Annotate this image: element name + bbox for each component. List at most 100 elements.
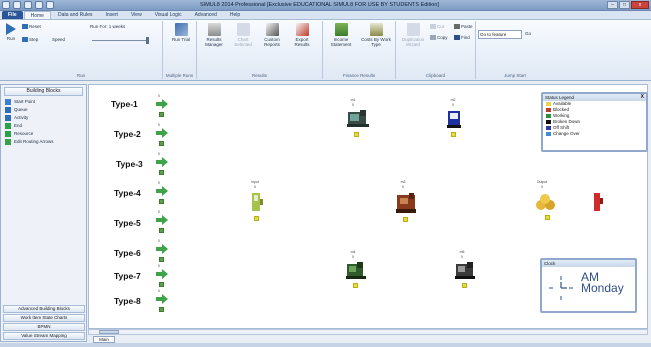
save-icon[interactable]: [13, 1, 21, 9]
scrollbar-thumb[interactable]: [99, 330, 119, 334]
paste-button[interactable]: Paste: [454, 24, 473, 30]
costs-by-work-type-button[interactable]: Costs By Work Type: [359, 23, 393, 47]
close-button[interactable]: x: [631, 1, 649, 9]
machine-m5-icon[interactable]: [454, 261, 476, 281]
start-point-icon: [5, 99, 11, 105]
sidebar-item-queue[interactable]: Queue: [1, 106, 86, 114]
tab-home[interactable]: Home: [23, 11, 51, 19]
sidebar-item-end[interactable]: End: [1, 122, 86, 130]
end-point-icon[interactable]: [592, 191, 604, 213]
sidebar-item-label: Start Point: [14, 99, 36, 104]
machine-m3-icon[interactable]: [394, 191, 418, 215]
run-for-label[interactable]: Run For: 1 weeks: [90, 24, 125, 29]
chart-selected-label: Chart Selected: [234, 37, 252, 47]
advanced-building-blocks-button[interactable]: Advanced Building Blocks: [3, 305, 85, 313]
sheet-tab-main[interactable]: Main: [93, 336, 115, 343]
sidebar-item-start-point[interactable]: Start Point: [1, 98, 86, 106]
status-legend-window[interactable]: Status Legend X Available Blocked Working…: [541, 92, 648, 152]
tab-file[interactable]: File: [2, 11, 23, 19]
tab-view[interactable]: View: [125, 11, 148, 19]
duplication-wizard-button[interactable]: Duplication Wizard: [399, 23, 427, 47]
sidebar-item-edit-routing-arrows[interactable]: Edit Routing Arrows: [1, 138, 86, 146]
start-point-type-5[interactable]: [156, 215, 168, 225]
start-point-type-8[interactable]: [156, 294, 168, 304]
run-trial-button[interactable]: Run Trial: [170, 23, 192, 42]
machine-queue-m3: [403, 217, 408, 222]
machine-m1-icon[interactable]: [346, 109, 370, 129]
results-manager-button[interactable]: Results Manager: [200, 23, 228, 47]
start-point-type-6[interactable]: [156, 244, 168, 254]
bpmn-button[interactable]: BPMN: [3, 323, 85, 331]
export-results-label: Export Results: [294, 37, 310, 47]
results-manager-label: Results Manager: [205, 37, 223, 47]
start-point-queue: [159, 282, 164, 287]
cut-button[interactable]: Cut: [430, 24, 444, 30]
machine-count-m5: 0: [461, 255, 463, 259]
reset-icon[interactable]: [46, 1, 54, 9]
reset-button[interactable]: Reset: [22, 24, 41, 30]
row-label-type-6: Type-6: [114, 248, 141, 258]
machine-m4-icon[interactable]: [345, 261, 367, 281]
find-button[interactable]: Find: [454, 35, 470, 41]
close-icon[interactable]: X: [641, 94, 644, 101]
reset-label: Reset: [29, 24, 41, 29]
start-point-type-2[interactable]: [156, 128, 168, 138]
maximize-button[interactable]: □: [619, 1, 630, 9]
machine-output-icon[interactable]: [535, 193, 557, 213]
work-item-state-charts-button[interactable]: Work Item State Charts: [3, 314, 85, 322]
tab-help[interactable]: Help: [224, 11, 246, 19]
machine-m2-icon[interactable]: [445, 109, 463, 129]
chart-selected-button[interactable]: Chart Selected: [230, 23, 256, 47]
step-button[interactable]: Step: [22, 37, 38, 43]
value-stream-mapping-button[interactable]: Value Stream Mapping: [3, 332, 85, 340]
tab-advanced[interactable]: Advanced: [189, 11, 223, 19]
speed-slider-knob[interactable]: [146, 37, 149, 44]
machine-label-m4: m4: [350, 250, 356, 254]
minimize-button[interactable]: –: [607, 1, 618, 9]
machine-queue-m2: [451, 132, 456, 137]
ribbon-tabs: File Home Data and Rules Insert View Vis…: [0, 11, 651, 20]
sidebar-item-activity[interactable]: Activity: [1, 114, 86, 122]
run-button[interactable]: Run: [3, 23, 19, 41]
sidebar-item-resource[interactable]: Resource: [1, 130, 86, 138]
reset-icon: [22, 24, 28, 30]
machine-queue-input: [254, 216, 259, 221]
start-point-queue: [159, 307, 164, 312]
row-label-type-5: Type-5: [114, 218, 141, 228]
sidebar-item-label: Activity: [14, 115, 29, 120]
legend-swatch: [546, 114, 551, 118]
speed-slider[interactable]: [92, 40, 148, 41]
clipboard-group-label: Clipboard: [425, 73, 446, 78]
app-menu-icon[interactable]: [2, 1, 10, 9]
machine-input-icon[interactable]: [248, 191, 264, 215]
activity-icon: [5, 115, 11, 121]
window-controls: – □ x: [607, 1, 649, 9]
income-statement-button[interactable]: Income Statement: [326, 23, 356, 47]
start-point-type-4[interactable]: [156, 186, 168, 196]
tab-insert[interactable]: Insert: [99, 11, 124, 19]
go-to-feature-input[interactable]: Go to feature: [478, 30, 522, 39]
start-point-count: 0: [158, 123, 160, 127]
legend-swatch: [546, 126, 551, 130]
canvas-horizontal-scrollbar[interactable]: [88, 329, 648, 335]
run-icon[interactable]: [35, 1, 43, 9]
undo-icon[interactable]: [24, 1, 32, 9]
duplication-wizard-label: Duplication Wizard: [401, 37, 425, 47]
custom-reports-button[interactable]: Custom Reports: [258, 23, 286, 47]
machine-queue-m5: [462, 283, 467, 288]
legend-swatch: [546, 120, 551, 124]
end-icon: [5, 123, 11, 129]
run-trial-icon: [174, 23, 188, 36]
copy-button[interactable]: Copy: [430, 35, 448, 41]
status-legend-title: Status Legend X: [543, 94, 646, 101]
start-point-type-7[interactable]: [156, 269, 168, 279]
start-point-type-3[interactable]: [156, 157, 168, 167]
start-point-queue: [159, 257, 164, 262]
export-results-button[interactable]: Export Results: [288, 23, 316, 47]
go-button[interactable]: Go: [525, 31, 531, 36]
tab-data-and-rules[interactable]: Data and Rules: [52, 11, 98, 19]
row-label-type-3: Type-3: [116, 159, 143, 169]
tab-visual-logic[interactable]: Visual Logic: [149, 11, 188, 19]
clock-window[interactable]: Clock AM Monday: [540, 258, 637, 313]
start-point-type-1[interactable]: [156, 99, 168, 109]
